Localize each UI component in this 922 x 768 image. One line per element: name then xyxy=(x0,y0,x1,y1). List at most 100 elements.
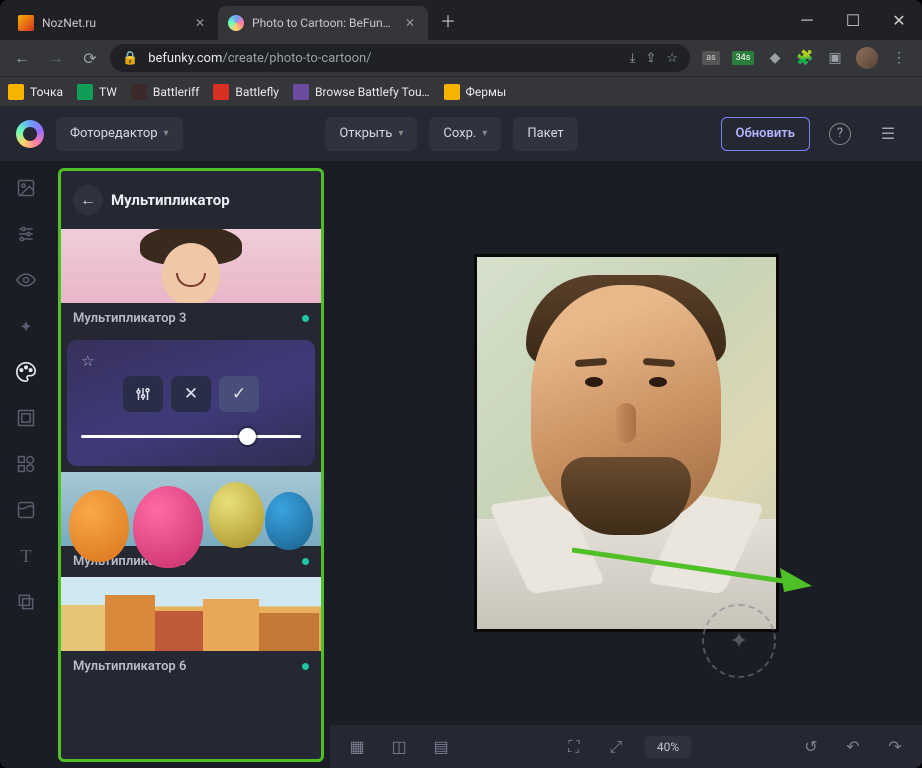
cancel-button[interactable]: ✕ xyxy=(171,376,211,412)
history-icon[interactable]: ↺ xyxy=(798,734,824,760)
canvas[interactable] xyxy=(330,162,922,724)
maximize-button[interactable]: ☐ xyxy=(830,0,876,40)
bookmark-label: Battleriff xyxy=(153,85,199,99)
layout-icon[interactable]: ▤ xyxy=(428,734,454,760)
address-bar: ← → ⟳ 🔒 befunky.com/create/photo-to-cart… xyxy=(0,40,922,76)
profile-avatar[interactable] xyxy=(856,47,878,69)
reload-button[interactable]: ⟳ xyxy=(76,44,104,72)
lastfm-icon[interactable]: as xyxy=(702,51,720,65)
favicon xyxy=(228,15,244,31)
frame-tool-icon[interactable] xyxy=(14,406,38,430)
url-field[interactable]: 🔒 befunky.com/create/photo-to-cartoon/ ⤓… xyxy=(110,44,690,72)
apply-button[interactable]: ✓ xyxy=(219,376,259,412)
close-icon[interactable]: ✕ xyxy=(402,15,418,31)
panel-title: Мультипликатор xyxy=(111,191,230,209)
url-text: befunky.com/create/photo-to-cartoon/ xyxy=(148,51,371,66)
minimize-button[interactable]: ─ xyxy=(784,0,830,40)
extension-icon[interactable]: ◆ xyxy=(766,49,784,67)
effect-actions: ✕ ✓ xyxy=(81,376,301,412)
folder-icon xyxy=(8,84,24,100)
back-button[interactable]: ← xyxy=(8,44,36,72)
active-effect-controls: ☆ ✕ ✓ xyxy=(67,340,315,466)
bookmark-label: TW xyxy=(99,85,117,99)
grid-toggle-icon[interactable]: ▦ xyxy=(344,734,370,760)
watermark-badge xyxy=(702,604,776,678)
bookmark-item[interactable]: Фермы xyxy=(444,84,507,100)
bookmark-item[interactable]: Battlefly xyxy=(213,84,279,100)
install-icon[interactable]: ⤓ xyxy=(630,51,636,66)
premium-dot-icon xyxy=(302,663,309,670)
tab-title: Photo to Cartoon: BeFunky - Car xyxy=(252,16,394,30)
bookmark-item[interactable]: TW xyxy=(77,84,117,100)
favicon xyxy=(18,15,34,31)
effect-thumb[interactable] xyxy=(61,472,321,546)
bookmark-label: Фермы xyxy=(466,85,507,99)
upgrade-button[interactable]: Обновить xyxy=(721,117,810,151)
new-tab-button[interactable]: ＋ xyxy=(434,6,462,34)
batch-button[interactable]: Пакет xyxy=(513,117,577,151)
panel-back-button[interactable]: ← xyxy=(73,185,103,215)
slider-thumb[interactable] xyxy=(239,428,256,445)
compare-icon[interactable]: ◫ xyxy=(386,734,412,760)
effect-label: Мультипликатор 3 xyxy=(73,311,186,326)
bookmarks-bar: Точка TW Battleriff Battlefly Browse Bat… xyxy=(0,76,922,106)
canvas-footer: ▦ ◫ ▤ ⛶ ⤢ 40% ↺ ↶ ↷ xyxy=(330,724,922,768)
sparkle-tool-icon[interactable]: ✦ xyxy=(14,314,38,338)
image-tool-icon[interactable] xyxy=(14,176,38,200)
shapes-tool-icon[interactable] xyxy=(14,452,38,476)
layers-tool-icon[interactable] xyxy=(14,590,38,614)
effects-panel-wrap: ← Мультипликатор Мультипликатор 3 ☆ ✕ xyxy=(52,162,330,768)
befunky-logo[interactable] xyxy=(16,120,44,148)
editor-dropdown[interactable]: Фоторедактор▾ xyxy=(56,117,183,151)
close-icon[interactable]: ✕ xyxy=(192,15,208,31)
bookmark-label: Точка xyxy=(30,85,63,99)
fit-icon[interactable]: ⛶ xyxy=(561,734,587,760)
extension-badge[interactable]: 34s xyxy=(732,51,754,65)
help-button[interactable]: ? xyxy=(822,116,858,152)
bookmark-item[interactable]: Точка xyxy=(8,84,63,100)
menu-button[interactable]: ☰ xyxy=(870,116,906,152)
undo-button[interactable]: ↶ xyxy=(840,734,866,760)
text-tool-icon[interactable]: T xyxy=(14,544,38,568)
bookmark-label: Browse Battlefy Tou… xyxy=(315,85,430,99)
eye-tool-icon[interactable] xyxy=(14,268,38,292)
befunky-app: Фоторедактор▾ Открыть▾ Сохр.▾ Пакет Обно… xyxy=(0,106,922,768)
panel-header: ← Мультипликатор xyxy=(61,171,321,229)
bookmark-item[interactable]: Browse Battlefy Tou… xyxy=(293,84,430,100)
sliders-tool-icon[interactable] xyxy=(14,222,38,246)
redo-button[interactable]: ↷ xyxy=(882,734,908,760)
extensions-menu-icon[interactable]: 🧩 xyxy=(796,49,814,67)
chrome-menu-icon[interactable]: ⋮ xyxy=(890,49,908,67)
forward-button[interactable]: → xyxy=(42,44,70,72)
share-icon[interactable]: ⇪ xyxy=(645,51,656,66)
open-dropdown[interactable]: Открыть▾ xyxy=(325,117,417,151)
effect-thumb[interactable] xyxy=(61,229,321,303)
artsy-tool-icon[interactable] xyxy=(14,360,38,384)
folder-icon xyxy=(444,84,460,100)
window-controls: ─ ☐ ✕ xyxy=(784,0,922,40)
fullscreen-icon[interactable]: ⤢ xyxy=(603,734,629,760)
star-icon[interactable]: ☆ xyxy=(666,51,678,66)
extensions: as 34s ◆ 🧩 ▣ ⋮ xyxy=(696,47,914,69)
canvas-area: ▦ ◫ ▤ ⛶ ⤢ 40% ↺ ↶ ↷ xyxy=(330,162,922,768)
intensity-slider[interactable] xyxy=(81,426,301,446)
tab-noznet[interactable]: NozNet.ru ✕ xyxy=(8,6,218,40)
app-body: ✦ T ← Мультипликатор xyxy=(0,162,922,768)
tab-befunky[interactable]: Photo to Cartoon: BeFunky - Car ✕ xyxy=(218,6,428,40)
bookmark-item[interactable]: Battleriff xyxy=(131,84,199,100)
app-header: Фоторедактор▾ Открыть▾ Сохр.▾ Пакет Обно… xyxy=(0,106,922,162)
canvas-image[interactable] xyxy=(474,254,779,632)
effect-thumb[interactable] xyxy=(61,577,321,651)
favorite-button[interactable]: ☆ xyxy=(81,352,301,370)
close-window-button[interactable]: ✕ xyxy=(876,0,922,40)
label: Обновить xyxy=(736,126,795,141)
chevron-down-icon: ▾ xyxy=(164,128,169,139)
save-dropdown[interactable]: Сохр.▾ xyxy=(429,117,501,151)
bookmark-icon xyxy=(131,84,147,100)
side-panel-icon[interactable]: ▣ xyxy=(826,49,844,67)
texture-tool-icon[interactable] xyxy=(14,498,38,522)
label: Сохр. xyxy=(443,126,476,141)
settings-button[interactable] xyxy=(123,376,163,412)
zoom-level[interactable]: 40% xyxy=(645,736,691,758)
help-icon: ? xyxy=(829,123,851,145)
